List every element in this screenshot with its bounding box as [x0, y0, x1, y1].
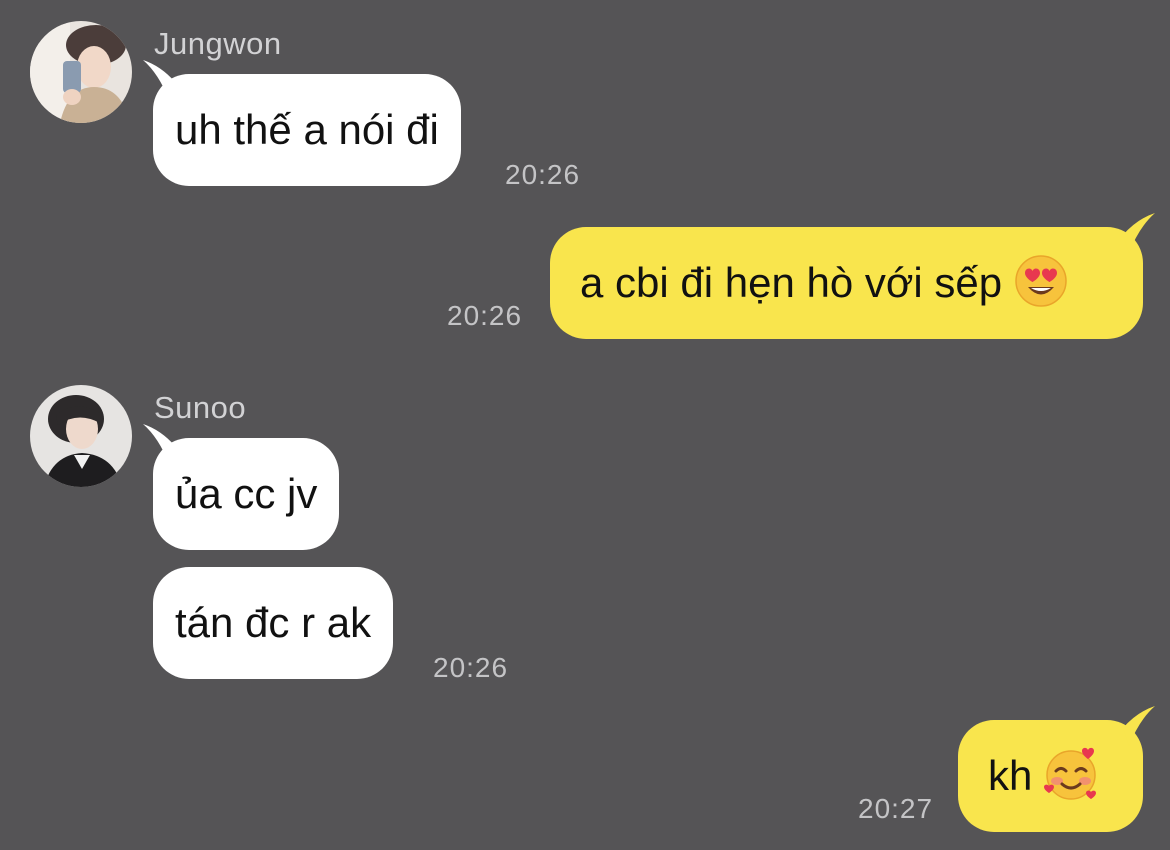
message-text: ủa cc jv: [175, 470, 318, 517]
message-text: uh thế a nói đi: [175, 106, 439, 153]
message-bubble[interactable]: tán đc r ak: [153, 567, 394, 679]
message-bubble[interactable]: ủa cc jv: [143, 424, 340, 550]
bubble-tail: [1123, 706, 1155, 746]
bubble-tail: [143, 424, 175, 464]
sender-name: Sunoo: [154, 390, 247, 425]
message-timestamp: 20:26: [447, 300, 523, 331]
message-timestamp: 20:26: [433, 652, 509, 683]
avatar-jungwon[interactable]: [30, 21, 132, 123]
message-bubble[interactable]: uh thế a nói đi: [143, 60, 461, 186]
chat-view[interactable]: Jungwon uh thế a nói đi 20:26 20:26 a cb…: [0, 0, 1170, 850]
sender-name: Jungwon: [154, 26, 282, 61]
message-text: a cbi đi hẹn hò với sếp: [580, 259, 1003, 306]
message-bubble[interactable]: kh: [958, 706, 1155, 832]
message-text: kh: [988, 752, 1033, 799]
message-timestamp: 20:27: [858, 793, 934, 824]
message-timestamp: 20:26: [505, 159, 581, 190]
message-bubble[interactable]: a cbi đi hẹn hò với sếp: [550, 213, 1155, 339]
smiling-face-with-hearts-emoji: [1044, 747, 1098, 801]
bubble-tail: [1123, 213, 1155, 253]
bubble-tail: [143, 60, 175, 100]
avatar-sunoo[interactable]: [30, 385, 132, 487]
message-text: tán đc r ak: [175, 599, 372, 646]
smiling-face-with-heart-eyes-emoji: [1014, 254, 1068, 308]
